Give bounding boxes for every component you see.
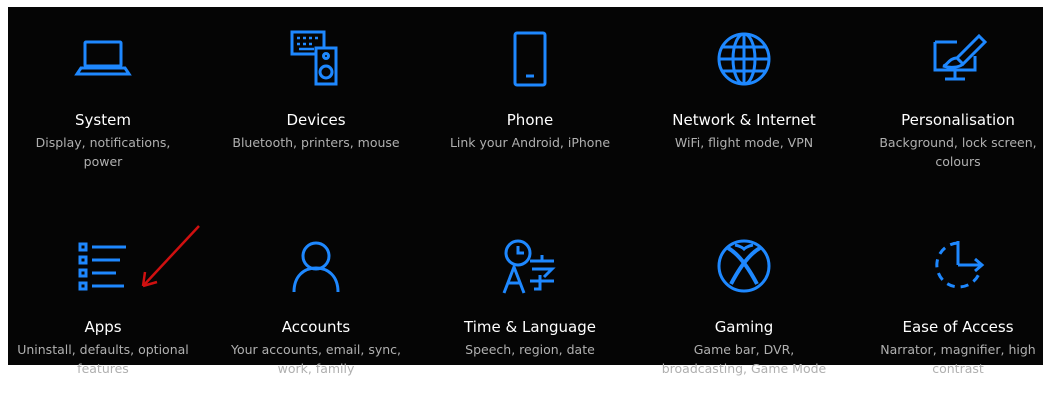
tile-title: System (75, 111, 131, 129)
tile-description: Display, notifications, power (35, 135, 171, 169)
tile-title: Network & Internet (672, 111, 816, 129)
tile-description: WiFi, flight mode, VPN (674, 135, 814, 150)
globe-icon (712, 29, 776, 89)
person-icon (284, 236, 348, 296)
tile-gaming[interactable]: Gaming Game bar, DVR, broadcasting, Game … (644, 236, 844, 406)
tile-title: Accounts (281, 318, 351, 336)
tile-description: Background, lock screen, colours (879, 135, 1037, 169)
tile-devices[interactable]: Devices Bluetooth, printers, mouse (216, 29, 416, 199)
xbox-icon (712, 236, 776, 296)
paint-monitor-icon (926, 29, 990, 89)
tile-description: Narrator, magnifier, high contrast (880, 342, 1036, 376)
tile-description: Your accounts, email, sync, work, family (230, 342, 401, 376)
settings-panel: System Display, notifications, power Devi (8, 7, 1043, 376)
tile-title: Time & Language (464, 318, 596, 336)
tile-description: Game bar, DVR, broadcasting, Game Mode (661, 342, 827, 376)
tile-time-language[interactable]: Time & Language Speech, region, date (430, 236, 630, 406)
tile-description: Bluetooth, printers, mouse (232, 135, 400, 150)
tile-apps[interactable]: Apps Uninstall, defaults, optional featur… (3, 236, 203, 406)
tile-system[interactable]: System Display, notifications, power (3, 29, 203, 199)
tile-title: Ease of Access (902, 318, 1014, 336)
laptop-icon (71, 29, 135, 89)
tile-network[interactable]: Network & Internet WiFi, flight mode, VP… (644, 29, 844, 199)
tile-personalisation[interactable]: Personalisation Background, lock screen,… (858, 29, 1051, 199)
phone-icon (498, 29, 562, 89)
keyboard-speaker-icon (284, 29, 348, 89)
tile-accounts[interactable]: Accounts Your accounts, email, sync, work… (216, 236, 416, 406)
tile-title: Personalisation (901, 111, 1015, 129)
tile-title: Devices (286, 111, 346, 129)
apps-list-icon (71, 236, 135, 296)
tile-phone[interactable]: Phone Link your Android, iPhone (430, 29, 630, 199)
tile-title: Gaming (714, 318, 774, 336)
tile-title: Apps (84, 318, 122, 336)
time-language-icon (498, 236, 562, 296)
ease-of-access-icon (926, 236, 990, 296)
tile-description: Uninstall, defaults, optional features (17, 342, 189, 376)
tile-description: Link your Android, iPhone (449, 135, 611, 150)
tile-ease-of-access[interactable]: Ease of Access Narrator, magnifier, high… (858, 236, 1051, 406)
tile-description: Speech, region, date (465, 342, 595, 357)
tile-title: Phone (506, 111, 554, 129)
